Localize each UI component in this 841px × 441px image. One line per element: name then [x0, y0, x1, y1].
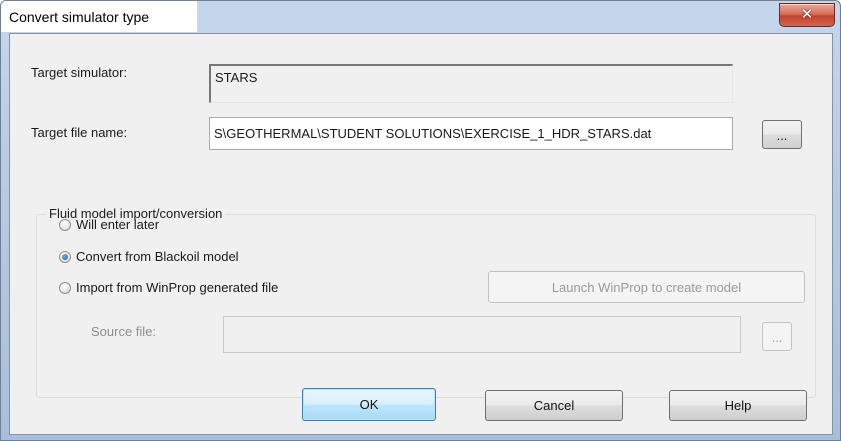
cancel-button[interactable]: Cancel: [485, 390, 623, 421]
close-button[interactable]: ✕: [779, 3, 835, 27]
fluid-model-group: [36, 214, 816, 398]
launch-winprop-button[interactable]: Launch WinProp to create model: [488, 271, 805, 303]
will-enter-later-label[interactable]: Will enter later: [76, 217, 159, 232]
target-file-input[interactable]: S\GEOTHERMAL\STUDENT SOLUTIONS\EXERCISE_…: [209, 117, 733, 150]
close-icon: ✕: [800, 5, 814, 23]
title-area: Convert simulator type: [1, 1, 198, 32]
convert-simulator-dialog: Convert simulator type ✕ Target simulato…: [0, 0, 841, 441]
convert-blackoil-radio[interactable]: [59, 251, 71, 263]
target-simulator-label: Target simulator:: [31, 65, 128, 80]
target-file-label: Target file name:: [31, 125, 128, 140]
source-file-input[interactable]: [223, 316, 741, 353]
will-enter-later-radio[interactable]: [59, 219, 71, 231]
ok-button[interactable]: OK: [302, 388, 436, 421]
source-file-label: Source file:: [91, 324, 157, 339]
title-bar[interactable]: Convert simulator type ✕: [1, 1, 840, 33]
dialog-title: Convert simulator type: [9, 9, 150, 25]
import-winprop-radio[interactable]: [59, 282, 71, 294]
dialog-body: Target simulator: STARS Target file name…: [9, 33, 833, 435]
target-file-browse-button[interactable]: ...: [762, 120, 802, 149]
radio-dot: [62, 254, 68, 260]
import-winprop-label[interactable]: Import from WinProp generated file: [76, 280, 278, 295]
convert-blackoil-label[interactable]: Convert from Blackoil model: [76, 249, 239, 264]
help-button[interactable]: Help: [669, 390, 807, 421]
source-file-browse-button[interactable]: ...: [762, 322, 792, 351]
target-simulator-field: STARS: [209, 64, 733, 103]
